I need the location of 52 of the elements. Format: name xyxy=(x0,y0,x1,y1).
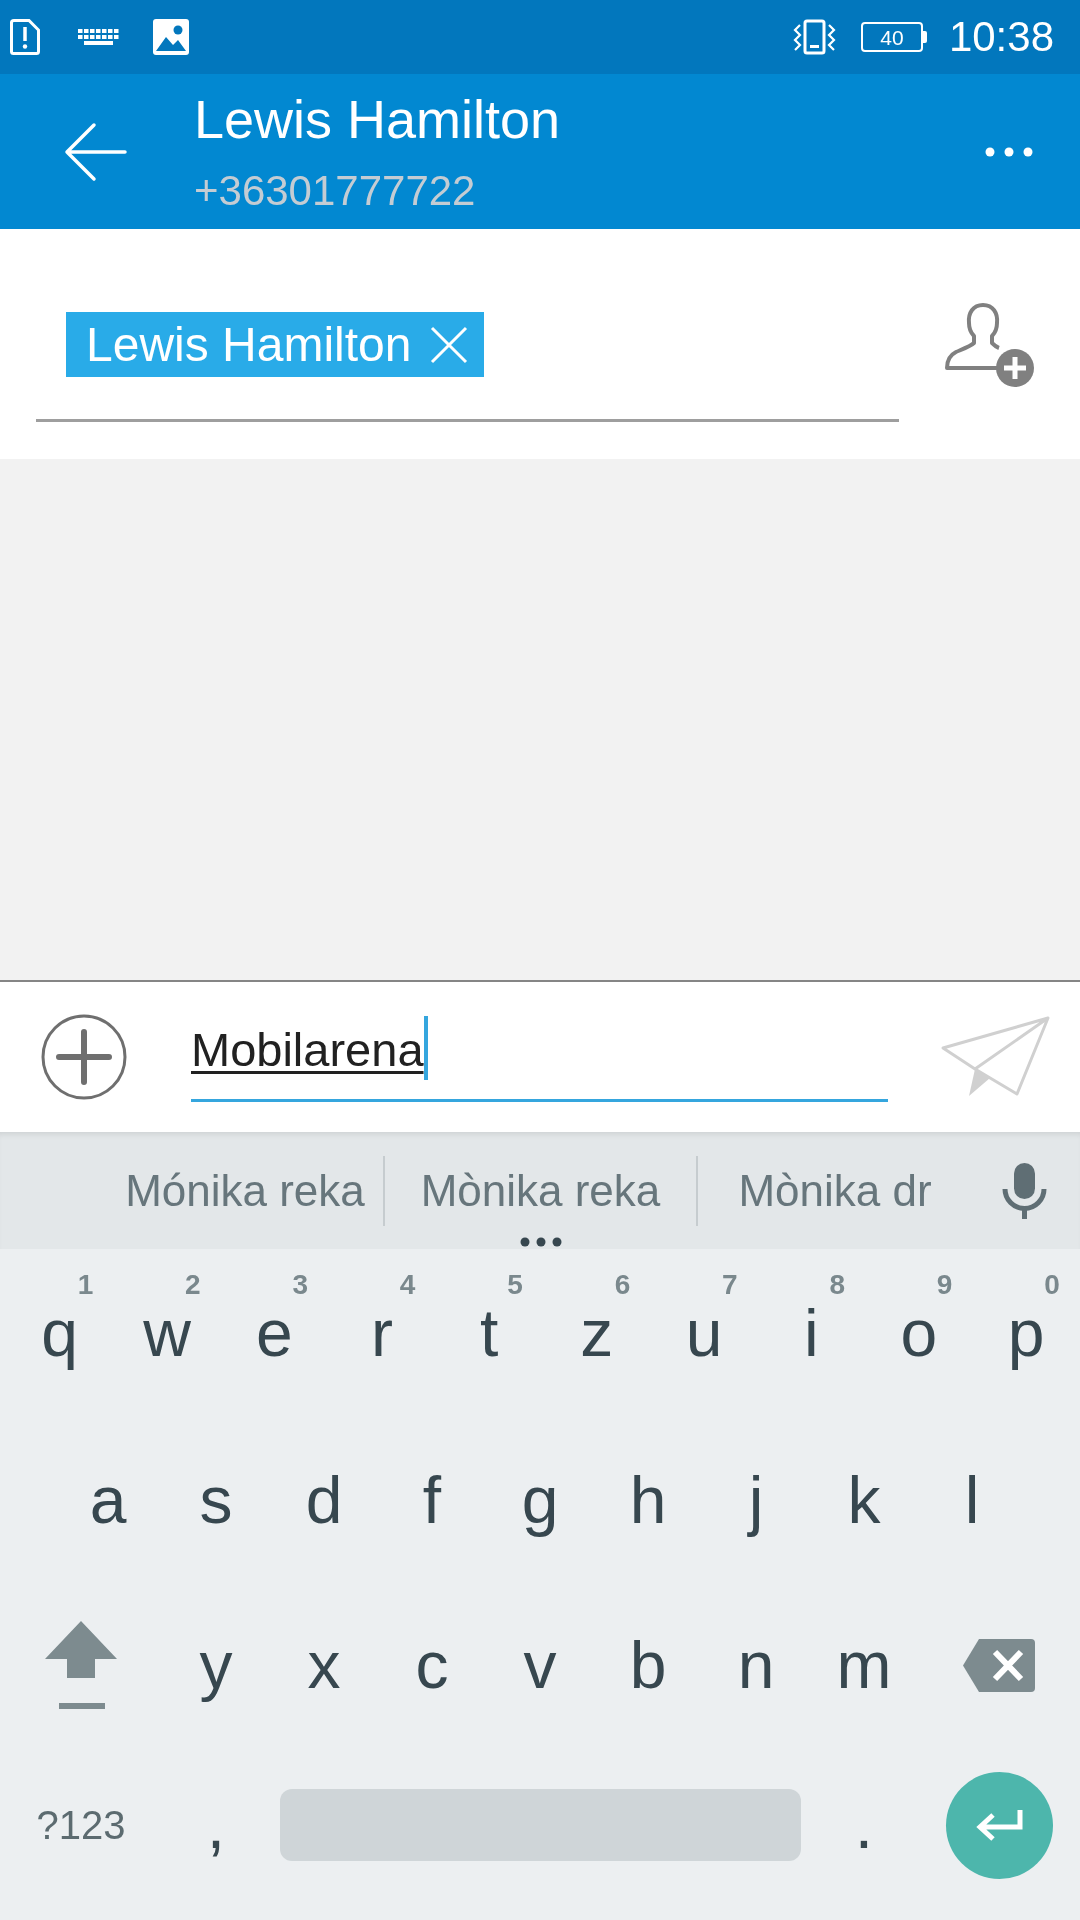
keyboard-key[interactable]: g xyxy=(486,1417,594,1583)
key-hint: 0 xyxy=(1044,1271,1060,1299)
suggestion[interactable]: Mónika reka xyxy=(125,1164,365,1217)
backspace-icon xyxy=(963,1638,1035,1692)
keyboard-key[interactable]: v xyxy=(486,1583,594,1747)
keyboard-icon xyxy=(78,27,119,47)
return-icon xyxy=(974,1808,1024,1842)
contact-name: Lewis Hamilton xyxy=(194,88,561,149)
microphone-icon[interactable] xyxy=(1002,1162,1047,1219)
add-icon[interactable] xyxy=(41,1014,127,1100)
keyboard-key[interactable]: y xyxy=(162,1583,270,1747)
key-hint: 2 xyxy=(185,1271,201,1299)
keyboard-key[interactable]: x xyxy=(270,1583,378,1747)
sim-alert-icon xyxy=(10,19,40,55)
key-hint: 7 xyxy=(722,1271,738,1299)
phone-number: +36301777722 xyxy=(194,166,476,215)
keyboard-key[interactable]: k xyxy=(810,1417,918,1583)
add-contact-icon[interactable] xyxy=(945,302,1035,388)
keyboard-key[interactable]: m xyxy=(810,1583,918,1747)
keyboard-key[interactable]: n xyxy=(702,1583,810,1747)
keyboard-key[interactable]: h xyxy=(594,1417,702,1583)
key-hint: 5 xyxy=(507,1271,523,1299)
message-input[interactable]: Mobilarena xyxy=(191,1012,888,1102)
keyboard-key[interactable]: , xyxy=(162,1747,270,1903)
more-dots-icon[interactable] xyxy=(519,1237,562,1247)
key-hint: 6 xyxy=(614,1271,631,1299)
keyboard-key[interactable]: l xyxy=(918,1417,1026,1583)
keyboard-key[interactable]: d xyxy=(270,1417,378,1583)
shift-icon xyxy=(45,1621,117,1709)
symbols-key[interactable]: ?123 xyxy=(0,1747,162,1903)
keyboard-key[interactable]: f xyxy=(378,1417,486,1583)
battery-indicator: 40 xyxy=(860,22,927,52)
keyboard-key[interactable]: s xyxy=(162,1417,270,1583)
key-hint: 9 xyxy=(936,1271,953,1299)
keyboard-key[interactable]: a xyxy=(54,1417,162,1583)
suggestion[interactable]: Mònika reka xyxy=(420,1164,661,1217)
close-icon[interactable] xyxy=(430,325,469,364)
image-icon xyxy=(153,19,189,55)
vibrate-icon xyxy=(792,19,836,55)
keyboard-key[interactable]: b xyxy=(594,1583,702,1747)
key-hint: 4 xyxy=(399,1271,416,1299)
key-hint: 1 xyxy=(77,1271,94,1299)
suggestion[interactable]: Mònika dr xyxy=(738,1164,932,1217)
text-cursor-icon xyxy=(423,1016,428,1080)
clock-time: 10:38 xyxy=(948,12,1054,62)
key-hint: 3 xyxy=(292,1271,309,1299)
keyboard-key[interactable]: . xyxy=(810,1747,918,1903)
keyboard-key[interactable]: j xyxy=(702,1417,810,1583)
back-icon[interactable] xyxy=(63,121,127,182)
key-hint: 8 xyxy=(829,1271,845,1299)
keyboard-key[interactable]: c xyxy=(378,1583,486,1747)
more-options-icon[interactable] xyxy=(985,146,1033,157)
